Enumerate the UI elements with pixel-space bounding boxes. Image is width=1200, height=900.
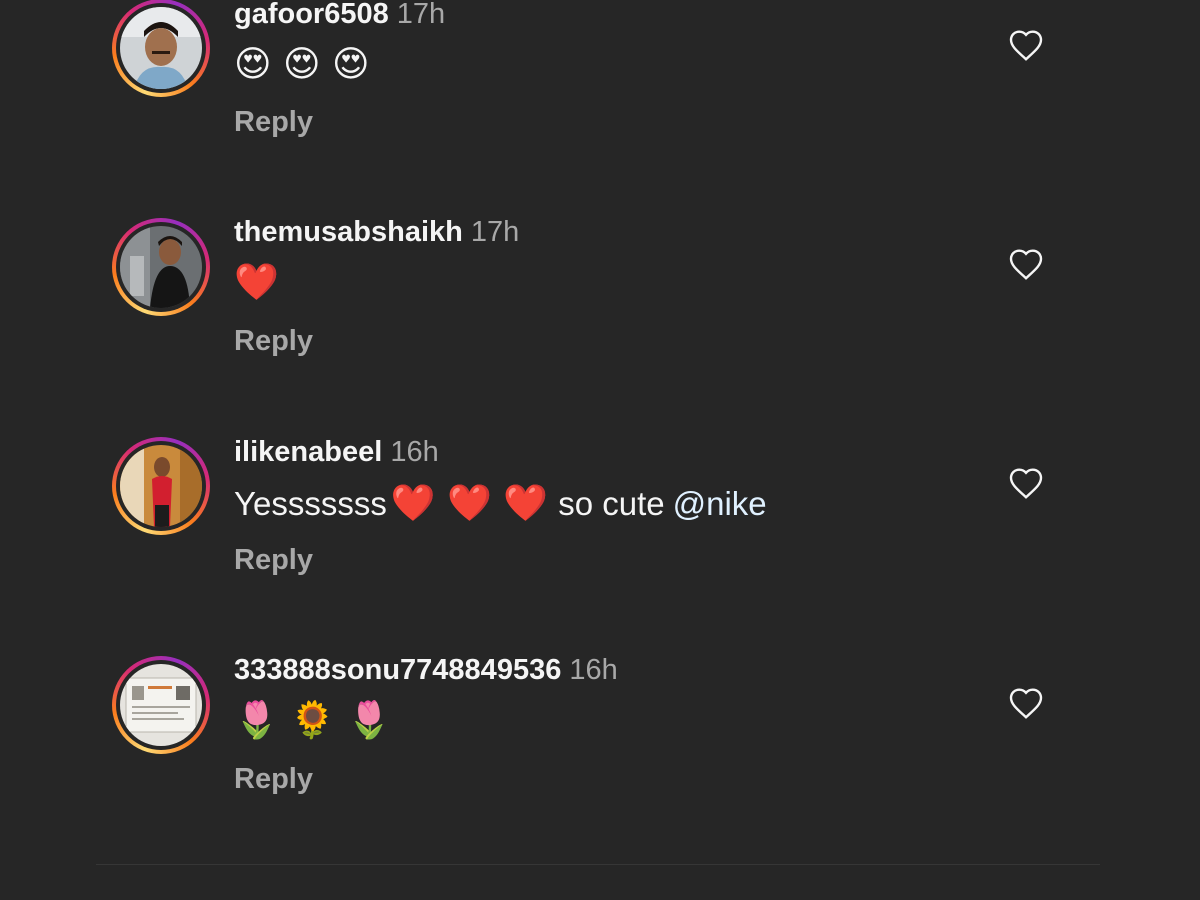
heart-outline-icon[interactable] [1008,686,1044,720]
comments-list: gafoor6508 17h 😍 😍 😍 Reply themusabshaik… [0,0,1200,900]
reply-button[interactable]: Reply [234,763,313,796]
heart-outline-icon[interactable] [1008,247,1044,281]
avatar[interactable] [112,0,210,97]
divider [96,864,1100,865]
comment-timestamp: 17h [470,216,520,248]
red-heart-emoji: ❤️ ❤️ ❤️ [390,483,549,524]
comment-username[interactable]: themusabshaikh [234,216,463,248]
comment-timestamp: 16h [569,654,618,686]
reply-button[interactable]: Reply [234,325,313,358]
flower-emoji: 🌷 🌻 🌷 [234,700,392,741]
comment-timestamp: 17h [396,0,446,30]
comment-text: Yesssssss ❤️ ❤️ ❤️ so cute @nike [234,482,767,524]
comment-item: gafoor6508 17h 😍 😍 😍 Reply [0,0,1200,200]
heart-outline-icon[interactable] [1008,466,1044,500]
comment-body: Yesssssss [234,485,387,522]
comment-text: ❤️ [234,261,289,303]
mention-link[interactable]: @nike [673,485,767,522]
comment-username[interactable]: gafoor6508 [234,0,389,30]
comment-item: 333888sonu7748849536 16h 🌷 🌻 🌷 Reply [0,654,1200,857]
heart-outline-icon[interactable] [1008,28,1044,62]
avatar[interactable] [112,656,210,754]
reply-button[interactable]: Reply [234,544,313,577]
comment-text: 😍 😍 😍 [234,44,379,85]
avatar[interactable] [112,218,210,316]
comment-username[interactable]: ilikenabeel [234,436,382,468]
comment-timestamp: 16h [390,436,439,468]
avatar[interactable] [112,437,210,535]
comment-text: 🌷 🌻 🌷 [234,699,401,741]
reply-button[interactable]: Reply [234,106,313,139]
comment-username[interactable]: 333888sonu7748849536 [234,654,561,686]
comment-item: themusabshaikh 17h ❤️ Reply [0,216,1200,419]
red-heart-emoji: ❤️ [234,262,279,303]
heart-eyes-emoji: 😍 😍 😍 [234,44,370,85]
comment-item: ilikenabeel 16h Yesssssss ❤️ ❤️ ❤️ so cute @… [0,436,1200,638]
comment-body-suffix: so cute [558,485,665,522]
